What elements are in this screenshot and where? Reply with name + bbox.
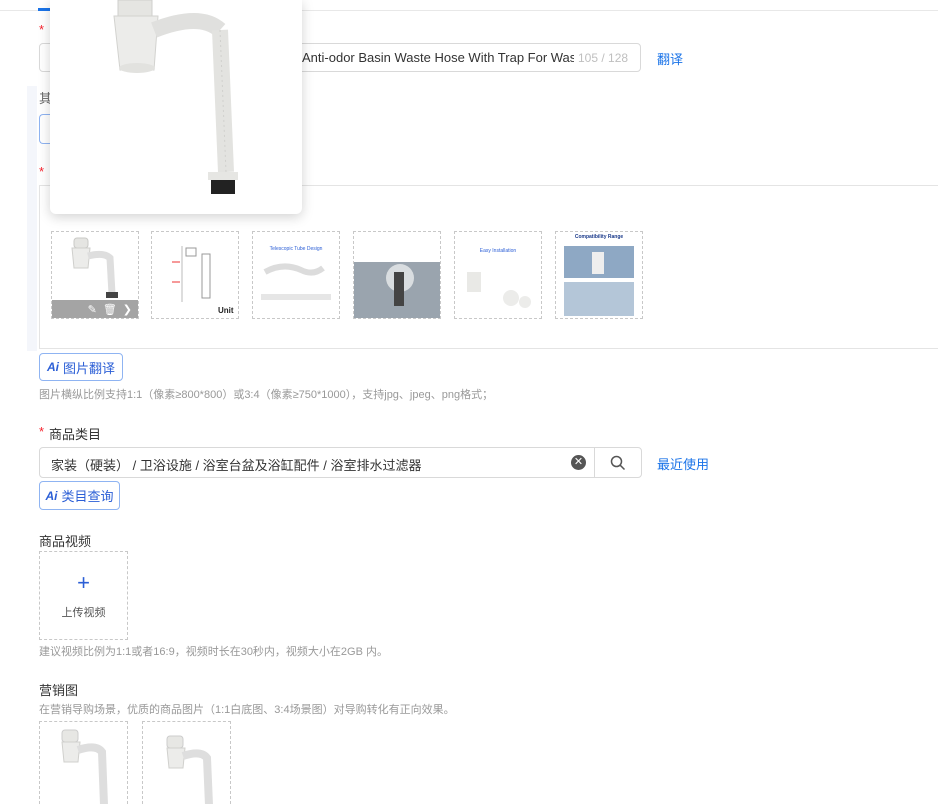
required-mark-category: *: [39, 424, 45, 439]
translate-link[interactable]: 翻译: [657, 49, 683, 68]
installation-image: [467, 272, 531, 308]
ai-image-translate-label: 图片翻译: [62, 360, 115, 376]
recent-category-link[interactable]: 最近使用: [657, 454, 709, 473]
ai-image-translate-button[interactable]: Ai 图片翻译: [39, 353, 123, 381]
thumb-caption: Telescopic Tube Design: [269, 246, 323, 252]
search-icon: [610, 455, 626, 470]
clear-icon[interactable]: ✕: [571, 455, 586, 470]
category-label: 商品类目: [49, 427, 102, 442]
product-image-thumb[interactable]: Telescopic Tube Design: [252, 231, 340, 319]
category-value[interactable]: 家装（硬装） / 卫浴设施 / 浴室台盆及浴缸配件 / 浴室排水过滤器: [51, 455, 422, 474]
upload-video-label: 上传视频: [61, 606, 106, 619]
video-label: 商品视频: [39, 534, 92, 549]
marketing-image-thumb[interactable]: [142, 721, 231, 804]
title-char-counter: 105 / 128: [578, 51, 629, 65]
marketing-label: 营销图: [39, 683, 79, 698]
left-gutter: [27, 86, 37, 351]
product-image-thumb[interactable]: Compatibility Range: [555, 231, 643, 319]
delete-icon[interactable]: 🗑: [103, 303, 117, 316]
image-requirements-hint: 图片横纵比例支持1:1（像素≥800*800）或3:4（像素≥750*1000）…: [39, 389, 494, 401]
compatibility-image: [564, 246, 634, 316]
marketing-hint: 在营销导购场景，优质的商品图片（1:1白底图、3:4场景图）对导购转化有正向效果…: [39, 704, 455, 716]
required-mark-images: *: [39, 164, 45, 179]
chevron-right-icon[interactable]: ❯: [123, 303, 132, 316]
product-title-value[interactable]: Anti-odor Basin Waste Hose With Trap For…: [302, 50, 574, 65]
category-search-button[interactable]: [594, 448, 641, 477]
thumb-unit-label: Unit: [218, 306, 234, 315]
product-image-thumb[interactable]: Unit: [151, 231, 239, 319]
thumb-action-bar: ✎ 🗑 ❯: [52, 300, 138, 318]
thumb-caption: Easy Installation: [479, 248, 517, 254]
video-hint: 建议视频比例为1:1或者16:9，视频时长在30秒内，视频大小在2GB 内。: [39, 646, 389, 658]
image-preview-popover: [50, 0, 302, 214]
ai-category-query-button[interactable]: Ai 类目查询: [39, 481, 120, 510]
sink-trap-image: [166, 735, 213, 804]
sink-trap-preview-image: [113, 0, 238, 194]
product-image-thumb[interactable]: [353, 231, 441, 319]
measurement-image: [354, 262, 440, 318]
product-image-thumb[interactable]: ✎ 🗑 ❯: [51, 231, 139, 319]
thumb-caption: Compatibility Range: [574, 234, 624, 240]
marketing-image-thumb[interactable]: [39, 721, 128, 804]
ai-icon: Ai: [46, 360, 59, 374]
telescopic-tube-image: [261, 263, 331, 300]
edit-icon[interactable]: ✎: [88, 303, 97, 316]
plus-icon: +: [77, 569, 90, 595]
video-upload-box[interactable]: + 上传视频: [39, 551, 128, 640]
required-mark: *: [39, 22, 45, 37]
sink-trap-image: [61, 729, 108, 804]
ai-icon: Ai: [45, 488, 58, 503]
product-image-thumb[interactable]: Easy Installation: [454, 231, 542, 319]
ai-category-query-label: 类目查询: [61, 489, 114, 504]
